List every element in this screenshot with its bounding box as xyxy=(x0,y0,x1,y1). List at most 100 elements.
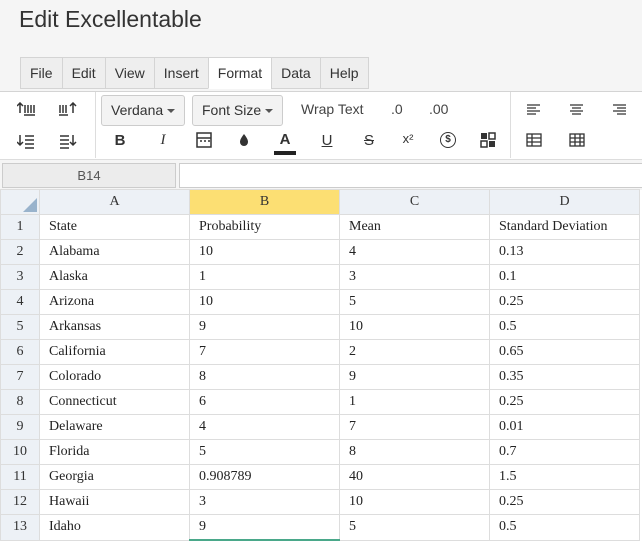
bold-button[interactable]: B xyxy=(109,129,131,151)
grid-cell[interactable]: 9 xyxy=(339,364,490,390)
italic-button[interactable]: I xyxy=(152,129,174,151)
grid-cell[interactable]: 8 xyxy=(189,364,340,390)
align-center-icon[interactable] xyxy=(566,99,588,121)
row-header[interactable]: 12 xyxy=(0,489,40,515)
row-header[interactable]: 8 xyxy=(0,389,40,415)
grid-cell[interactable]: 0.35 xyxy=(489,364,640,390)
grid-cell[interactable]: 1 xyxy=(339,389,490,415)
insert-column-right-icon[interactable] xyxy=(57,130,79,152)
grid-cell[interactable]: 0.5 xyxy=(489,514,640,541)
grid-cell[interactable]: 5 xyxy=(189,439,340,465)
row-header[interactable]: 5 xyxy=(0,314,40,340)
select-all-corner[interactable] xyxy=(0,189,40,215)
row-header[interactable]: 13 xyxy=(0,514,40,541)
grid-cell[interactable]: 0.65 xyxy=(489,339,640,365)
grid-cell[interactable]: State xyxy=(39,214,190,240)
grid-cell[interactable]: Mean xyxy=(339,214,490,240)
strikethrough-button[interactable]: S xyxy=(358,129,380,151)
grid-cell[interactable]: Georgia xyxy=(39,464,190,490)
row-header[interactable]: 10 xyxy=(0,439,40,465)
column-header[interactable]: A xyxy=(39,189,190,215)
row-header[interactable]: 1 xyxy=(0,214,40,240)
grid-cell[interactable]: 10 xyxy=(339,489,490,515)
merge-cells-icon[interactable] xyxy=(477,129,499,151)
grid-cell[interactable]: 4 xyxy=(189,414,340,440)
insert-column-icon[interactable] xyxy=(57,99,79,121)
grid-cell[interactable]: 8 xyxy=(339,439,490,465)
decrease-decimal-button[interactable]: .0 xyxy=(391,101,403,117)
grid-icon[interactable] xyxy=(566,129,588,151)
formula-input[interactable] xyxy=(179,163,642,188)
grid-cell[interactable]: Connecticut xyxy=(39,389,190,415)
row-header[interactable]: 9 xyxy=(0,414,40,440)
grid-cell[interactable]: 0.01 xyxy=(489,414,640,440)
menu-data[interactable]: Data xyxy=(271,57,320,89)
grid-cell[interactable]: 7 xyxy=(339,414,490,440)
grid-cell[interactable]: Delaware xyxy=(39,414,190,440)
align-right-icon[interactable] xyxy=(609,99,631,121)
grid-cell[interactable]: 10 xyxy=(189,289,340,315)
insert-row-above-icon[interactable] xyxy=(15,99,37,121)
grid-cell[interactable]: 0.25 xyxy=(489,489,640,515)
grid-cell[interactable]: 0.25 xyxy=(489,289,640,315)
grid-cell[interactable]: 9 xyxy=(189,514,340,541)
grid-cell[interactable]: 40 xyxy=(339,464,490,490)
wrap-text-button[interactable]: Wrap Text xyxy=(301,101,364,117)
table-icon[interactable] xyxy=(523,129,545,151)
font-family-dropdown[interactable]: Verdana xyxy=(101,95,186,126)
grid-cell[interactable]: 5 xyxy=(339,514,490,541)
row-header[interactable]: 2 xyxy=(0,239,40,265)
superscript-button[interactable]: x² xyxy=(397,127,419,149)
menu-view[interactable]: View xyxy=(104,57,154,89)
name-box[interactable]: B14 xyxy=(2,163,176,188)
row-header[interactable]: 4 xyxy=(0,289,40,315)
increase-decimal-button[interactable]: .00 xyxy=(429,101,448,117)
grid-cell[interactable]: Probability xyxy=(189,214,340,240)
insert-row-below-icon[interactable] xyxy=(15,130,37,152)
row-header[interactable]: 3 xyxy=(0,264,40,290)
cell-border-icon[interactable] xyxy=(193,129,215,151)
grid-cell[interactable]: 7 xyxy=(189,339,340,365)
row-header[interactable]: 6 xyxy=(0,339,40,365)
grid-cell[interactable]: 0.1 xyxy=(489,264,640,290)
grid-cell[interactable]: Standard Deviation xyxy=(489,214,640,240)
grid-cell[interactable]: Arizona xyxy=(39,289,190,315)
fill-color-icon[interactable] xyxy=(233,129,255,151)
grid-cell[interactable]: 3 xyxy=(189,489,340,515)
grid-cell[interactable]: Hawaii xyxy=(39,489,190,515)
grid-cell[interactable]: Florida xyxy=(39,439,190,465)
grid-cell[interactable]: 10 xyxy=(189,239,340,265)
grid-cell[interactable]: 4 xyxy=(339,239,490,265)
align-left-icon[interactable] xyxy=(523,99,545,121)
grid-cell[interactable]: Arkansas xyxy=(39,314,190,340)
grid-cell[interactable]: 10 xyxy=(339,314,490,340)
menu-file[interactable]: File xyxy=(20,57,62,89)
menu-help[interactable]: Help xyxy=(319,57,369,89)
grid-cell[interactable]: California xyxy=(39,339,190,365)
menu-insert[interactable]: Insert xyxy=(153,57,208,89)
grid-cell[interactable]: 0.7 xyxy=(489,439,640,465)
grid-cell[interactable]: 5 xyxy=(339,289,490,315)
row-header[interactable]: 11 xyxy=(0,464,40,490)
grid-cell[interactable]: 0.13 xyxy=(489,239,640,265)
grid-cell[interactable]: 3 xyxy=(339,264,490,290)
row-header[interactable]: 7 xyxy=(0,364,40,390)
grid-cell[interactable]: 0.908789 xyxy=(189,464,340,490)
font-color-button[interactable]: A xyxy=(274,128,296,150)
grid-cell[interactable]: 9 xyxy=(189,314,340,340)
grid-cell[interactable]: 6 xyxy=(189,389,340,415)
font-size-dropdown[interactable]: Font Size xyxy=(192,95,284,126)
column-header[interactable]: B xyxy=(189,189,340,215)
underline-button[interactable]: U xyxy=(316,129,338,151)
menu-edit[interactable]: Edit xyxy=(61,57,105,89)
grid-cell[interactable]: Alabama xyxy=(39,239,190,265)
grid-cell[interactable]: Colorado xyxy=(39,364,190,390)
grid-cell[interactable]: 1 xyxy=(189,264,340,290)
column-header[interactable]: C xyxy=(339,189,490,215)
menu-format[interactable]: Format xyxy=(207,57,272,89)
grid-cell[interactable]: Alaska xyxy=(39,264,190,290)
grid-cell[interactable]: Idaho xyxy=(39,514,190,541)
grid-cell[interactable]: 1.5 xyxy=(489,464,640,490)
grid-cell[interactable]: 0.5 xyxy=(489,314,640,340)
grid-cell[interactable]: 2 xyxy=(339,339,490,365)
